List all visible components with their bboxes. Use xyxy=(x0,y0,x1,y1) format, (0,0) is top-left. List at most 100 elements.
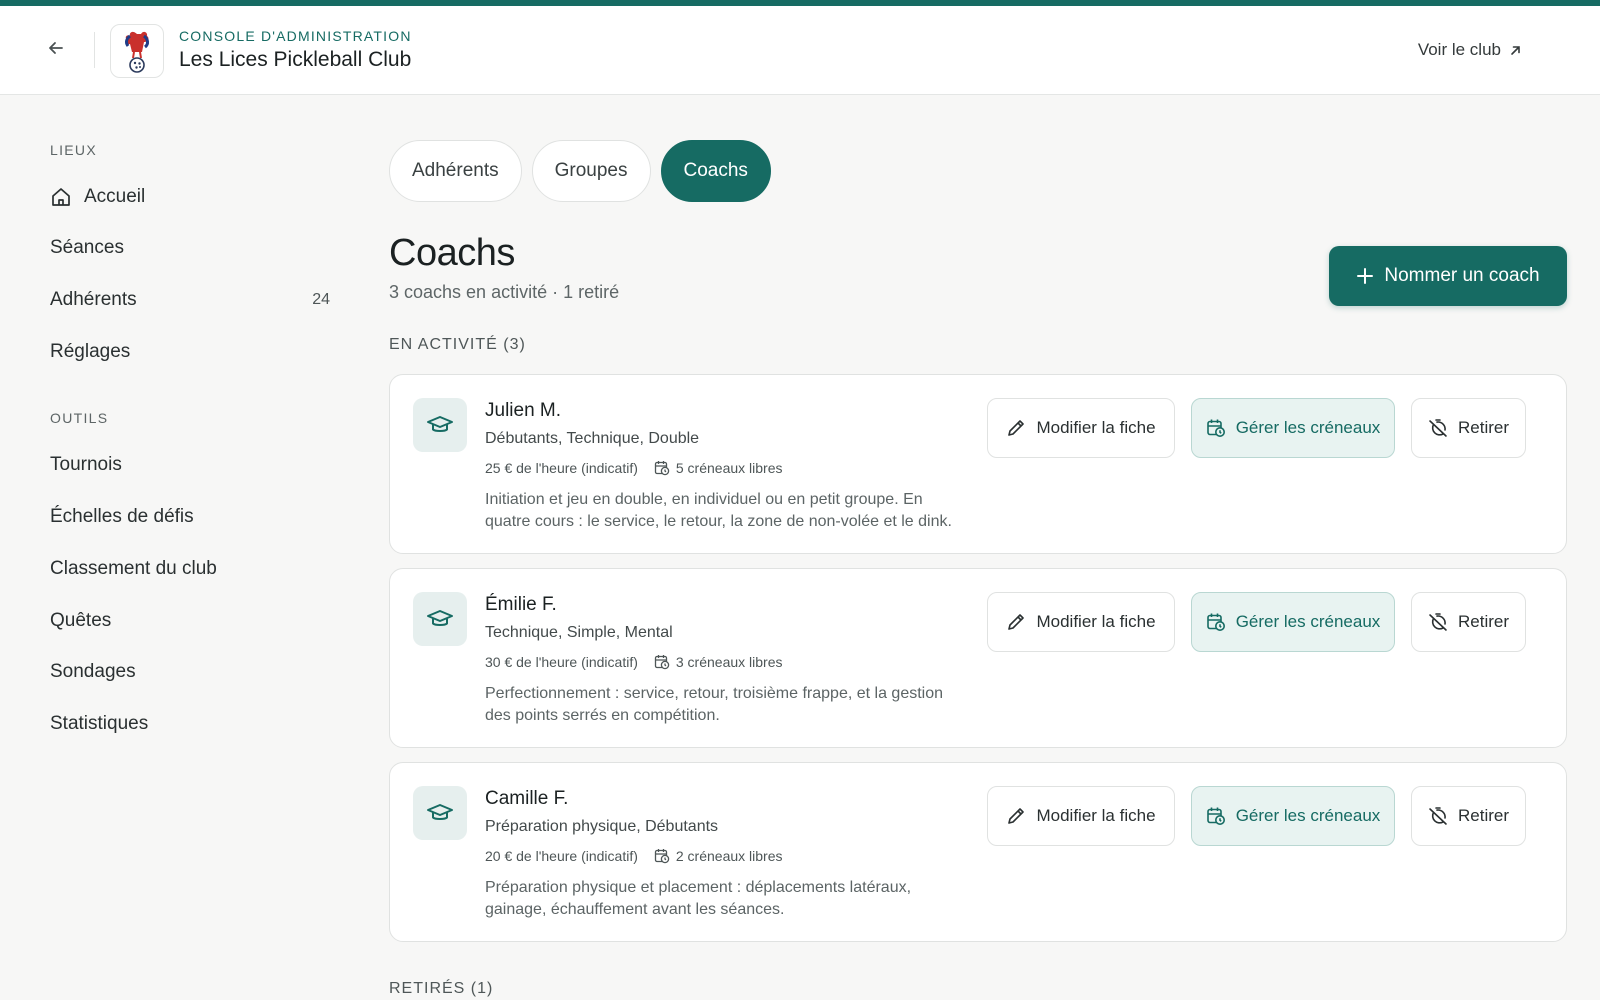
coach-card: Émilie F. Technique, Simple, Mental 30 €… xyxy=(389,568,1567,748)
sidebar-item-label: Classement du club xyxy=(50,558,217,579)
coach-slots: 3 créneaux libres xyxy=(654,654,783,670)
view-club-link[interactable]: Voir le club xyxy=(1418,40,1522,60)
add-coach-button[interactable]: Nommer un coach xyxy=(1329,246,1567,306)
tab-bar: Adhérents Groupes Coachs xyxy=(389,140,771,202)
tab-coachs[interactable]: Coachs xyxy=(660,140,771,202)
timer-off-icon xyxy=(1429,613,1447,631)
coach-card: Camille F. Préparation physique, Débutan… xyxy=(389,762,1567,942)
sidebar-item-label: Quêtes xyxy=(50,610,112,631)
pencil-icon xyxy=(1008,808,1025,824)
sidebar-item-label: Échelles de défis xyxy=(50,506,194,527)
retire-button[interactable]: Retirer xyxy=(1411,592,1526,652)
plus-icon xyxy=(1357,268,1374,284)
sidebar-item-quetes[interactable]: Quêtes xyxy=(50,601,330,641)
app-header: CONSOLE D'ADMINISTRATION Les Lices Pickl… xyxy=(0,6,1600,95)
view-club-label: Voir le club xyxy=(1417,40,1501,59)
adherents-count-badge: 24 xyxy=(312,291,330,308)
retire-button[interactable]: Retirer xyxy=(1411,398,1526,458)
coach-meta: 30 € de l'heure (indicatif) 3 créneaux l… xyxy=(485,654,783,670)
manage-slots-label: Gérer les créneaux xyxy=(1235,612,1381,631)
sidebar-item-accueil[interactable]: Accueil xyxy=(50,177,330,217)
coach-description: Préparation physique et placement : dépl… xyxy=(485,879,912,918)
coach-slots-label: 2 créneaux libres xyxy=(675,848,783,864)
arrow-left-icon xyxy=(49,42,63,54)
sidebar-item-label: Réglages xyxy=(50,341,131,362)
tab-adherents[interactable]: Adhérents xyxy=(389,140,522,202)
coach-rate: 25 € de l'heure (indicatif) xyxy=(485,460,638,476)
sidebar-section-places: LIEUX xyxy=(50,142,97,158)
manage-slots-label: Gérer les créneaux xyxy=(1235,806,1381,825)
retire-label: Retirer xyxy=(1457,612,1509,631)
retire-label: Retirer xyxy=(1457,418,1509,437)
calendar-clock-icon xyxy=(654,461,670,476)
coach-slots-label: 3 créneaux libres xyxy=(675,654,783,670)
section-active-label: EN ACTIVITÉ (3) xyxy=(389,336,526,353)
coach-name: Émilie F. xyxy=(485,594,557,615)
manage-slots-button[interactable]: Gérer les créneaux xyxy=(1191,786,1395,846)
manage-slots-button[interactable]: Gérer les créneaux xyxy=(1191,398,1395,458)
sidebar-item-label: Tournois xyxy=(50,454,122,475)
coach-rate: 20 € de l'heure (indicatif) xyxy=(485,848,638,864)
tab-groupes[interactable]: Groupes xyxy=(531,140,651,202)
graduation-cap-icon xyxy=(413,398,467,452)
coach-meta: 25 € de l'heure (indicatif) 5 créneaux l… xyxy=(485,460,783,476)
coach-meta: 20 € de l'heure (indicatif) 2 créneaux l… xyxy=(485,848,783,864)
back-button[interactable] xyxy=(40,32,72,64)
sidebar-item-echelles[interactable]: Échelles de défis xyxy=(50,497,330,537)
sidebar-item-label: Sondages xyxy=(50,661,136,682)
coach-slots: 5 créneaux libres xyxy=(654,460,783,476)
pencil-icon xyxy=(1008,614,1025,630)
coach-slots: 2 créneaux libres xyxy=(654,848,783,864)
sidebar-item-seances[interactable]: Séances xyxy=(50,228,330,268)
coach-description: Perfectionnement : service, retour, troi… xyxy=(485,685,944,724)
coach-name: Julien M. xyxy=(485,400,562,421)
club-title: Les Lices Pickleball Club xyxy=(179,48,412,71)
sidebar-item-sondages[interactable]: Sondages xyxy=(50,652,330,692)
calendar-clock-icon xyxy=(654,655,670,670)
sidebar-item-label: Adhérents xyxy=(50,289,137,310)
sidebar-item-adherents[interactable]: Adhérents 24 xyxy=(50,280,330,320)
sidebar-item-label: Statistiques xyxy=(50,713,149,734)
sidebar-item-classement[interactable]: Classement du club xyxy=(50,549,330,589)
edit-profile-label: Modifier la fiche xyxy=(1036,612,1156,631)
timer-off-icon xyxy=(1429,419,1447,437)
retire-label: Retirer xyxy=(1457,806,1509,825)
calendar-clock-icon xyxy=(1206,419,1225,437)
edit-profile-button[interactable]: Modifier la fiche xyxy=(987,786,1175,846)
pencil-icon xyxy=(1008,420,1025,436)
add-coach-label: Nommer un coach xyxy=(1384,265,1540,286)
edit-profile-label: Modifier la fiche xyxy=(1036,806,1156,825)
graduation-cap-icon xyxy=(413,786,467,840)
header-divider xyxy=(94,32,95,68)
sidebar-section-tools: OUTILS xyxy=(50,410,109,426)
section-retired-label: RETIRÉS (1) xyxy=(389,980,494,997)
manage-slots-label: Gérer les créneaux xyxy=(1235,418,1381,437)
console-kicker: CONSOLE D'ADMINISTRATION xyxy=(179,28,412,44)
sidebar-item-tournois[interactable]: Tournois xyxy=(50,445,330,485)
edit-profile-button[interactable]: Modifier la fiche xyxy=(987,592,1175,652)
calendar-clock-icon xyxy=(654,849,670,864)
sidebar-item-statistiques[interactable]: Statistiques xyxy=(50,704,330,744)
external-arrow-icon xyxy=(1511,45,1520,55)
coach-name: Camille F. xyxy=(485,788,569,809)
rooster-logo-icon xyxy=(125,31,149,73)
graduation-cap-icon xyxy=(413,592,467,646)
coach-card: Julien M. Débutants, Technique, Double 2… xyxy=(389,374,1567,554)
retire-button[interactable]: Retirer xyxy=(1411,786,1526,846)
page-title: Coachs xyxy=(389,232,515,274)
timer-off-icon xyxy=(1429,807,1447,825)
coach-tags: Technique, Simple, Mental xyxy=(485,624,673,641)
sidebar-item-label: Accueil xyxy=(84,186,146,207)
coach-tags: Débutants, Technique, Double xyxy=(485,430,700,447)
manage-slots-button[interactable]: Gérer les créneaux xyxy=(1191,592,1395,652)
coach-description: Initiation et jeu en double, en individu… xyxy=(485,491,952,530)
club-logo xyxy=(110,24,164,78)
home-icon xyxy=(50,186,72,208)
calendar-clock-icon xyxy=(1206,613,1225,631)
calendar-clock-icon xyxy=(1206,807,1225,825)
edit-profile-button[interactable]: Modifier la fiche xyxy=(987,398,1175,458)
sidebar: LIEUX Accueil Séances Adhérents 24 Régla… xyxy=(0,96,360,1000)
sidebar-item-reglages[interactable]: Réglages xyxy=(50,332,330,372)
sidebar-item-label: Séances xyxy=(50,237,124,258)
coach-slots-label: 5 créneaux libres xyxy=(675,460,783,476)
